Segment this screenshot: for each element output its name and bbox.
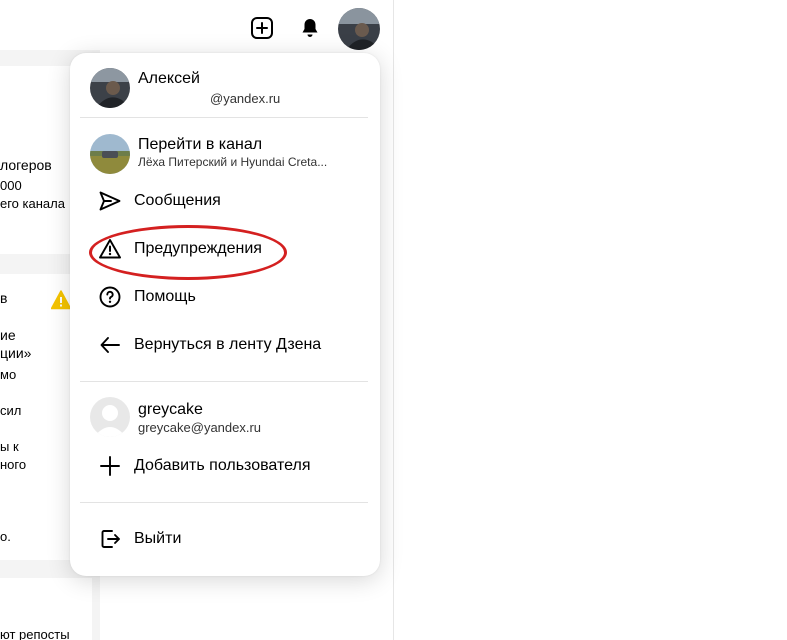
menu-item-messages[interactable]: Сообщения [88,182,368,220]
channel-photo-icon [90,134,130,174]
menu-item-label: Сообщения [134,192,221,209]
account-email: @yandex.ru [210,91,281,106]
feed-text: ы к [0,439,19,454]
plus-icon [100,456,120,476]
other-account-email: greycake@yandex.ru [138,420,262,435]
create-post-button[interactable] [242,10,282,46]
bell-icon [302,19,318,37]
feed-card[interactable]: ют репосты [0,578,92,640]
feed-text: ие [0,327,16,343]
menu-item-warnings[interactable]: Предупреждения [88,230,368,268]
feed-text: 000 [0,178,22,193]
go-to-channel-label: Перейти в канал [138,136,263,153]
menu-item-help[interactable]: Помощь [88,278,368,316]
menu-item-label: Вернуться в ленту Дзена [134,336,322,353]
plus-square-icon [251,17,273,39]
menu-item-label: Предупреждения [134,240,262,257]
channel-avatar [90,134,130,174]
feed-text: ции» [0,345,32,361]
account-name: Алексей [138,70,200,87]
greycake-avatar [90,397,130,437]
add-user-item[interactable]: Добавить пользователя [88,447,368,485]
menu-divider [80,381,368,382]
menu-item-back-to-feed[interactable]: Вернуться в ленту Дзена [88,326,368,364]
logout-item[interactable]: Выйти [88,520,368,558]
add-user-label: Добавить пользователя [134,457,311,474]
arrow-left-icon [100,337,120,353]
logout-icon [101,530,120,548]
feed-text: его канала [0,196,65,211]
go-to-channel-item[interactable]: Перейти в канал Лёха Питерский и Hyundai… [80,132,370,176]
channel-name: Лёха Питерский и Hyundai Creta... [138,155,328,169]
feed-text: логеров [0,157,52,173]
send-icon [99,191,121,211]
menu-divider [80,502,368,503]
profile-avatar-button[interactable] [338,8,380,50]
feed-text: ного [0,457,27,472]
user-avatar [338,8,380,50]
default-user-icon [90,397,130,437]
feed-text: в [0,290,8,306]
logout-label: Выйти [134,530,182,547]
other-account-name: greycake [138,401,203,418]
account-avatar[interactable] [90,68,130,108]
feed-text: сил [0,403,22,418]
profile-dropdown-menu: Алексей @yandex.ru Перейти в канал Лёха … [70,53,380,576]
feed-text: мо [0,367,17,382]
warning-triangle-icon [99,239,121,259]
feed-text: ют репосты [0,627,70,640]
feed-text: о. [0,529,11,544]
account-photo-icon [90,68,130,108]
switch-account-greycake[interactable]: greycake greycake@yandex.ru [80,395,370,439]
warning-badge-icon [51,290,71,310]
menu-divider [80,117,368,118]
content-divider [393,0,394,640]
menu-item-label: Помощь [134,288,196,305]
help-circle-icon [99,286,121,308]
notifications-button[interactable] [290,10,330,46]
